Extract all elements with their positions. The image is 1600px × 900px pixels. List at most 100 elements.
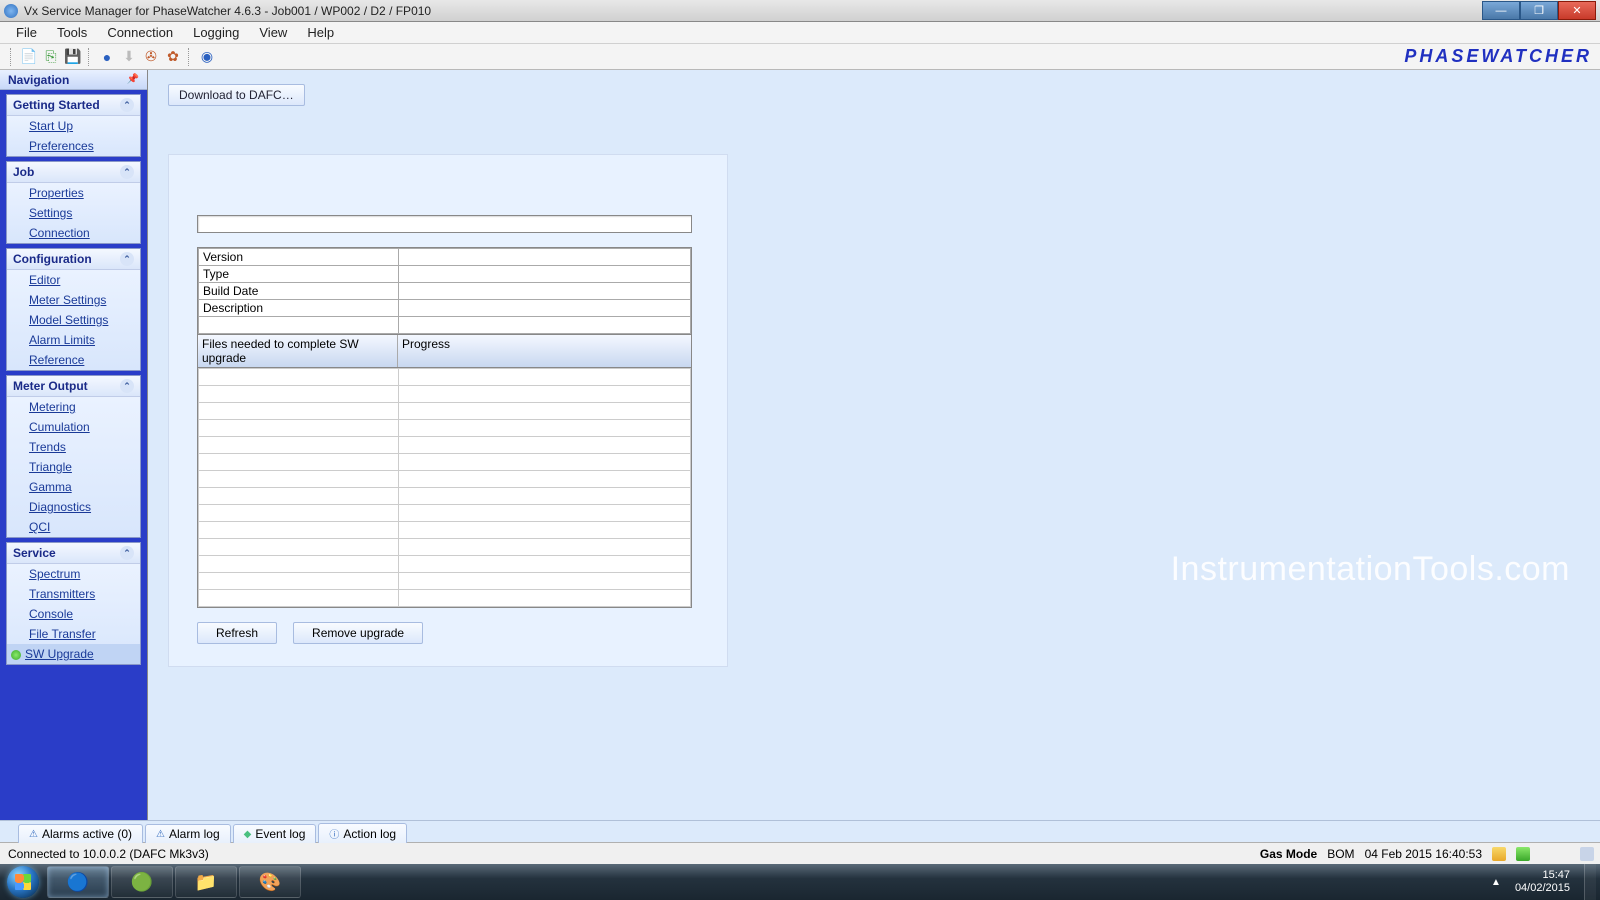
files-progress-table: Files needed to complete SW upgrade Prog… [197, 335, 692, 608]
bottom-tab-bar: ⚠Alarms active (0) ⚠Alarm log ◆Event log… [0, 820, 1600, 842]
status-bom: BOM [1327, 847, 1354, 861]
new-doc-icon[interactable]: 📄 [20, 48, 38, 66]
app-icon [4, 4, 18, 18]
info-value-description [399, 300, 691, 317]
nav-link-editor[interactable]: Editor [7, 270, 140, 290]
play-icon [11, 650, 21, 660]
taskbar-item-paint[interactable]: 🎨 [239, 866, 301, 898]
nav-group-getting-started: Getting Started⌃Start UpPreferences [6, 94, 141, 157]
status-icon-1[interactable] [1492, 847, 1506, 861]
tray-clock[interactable]: 15:47 04/02/2015 [1509, 869, 1576, 895]
table-row [199, 403, 691, 420]
taskbar-item-1[interactable]: 🔵 [47, 866, 109, 898]
refresh-icon[interactable]: ● [98, 48, 116, 66]
nav-link-alarm-limits[interactable]: Alarm Limits [7, 330, 140, 350]
navigation-title: Navigation 📌 [0, 70, 147, 90]
nav-link-file-transfer[interactable]: File Transfer [7, 624, 140, 644]
nav-link-spectrum[interactable]: Spectrum [7, 564, 140, 584]
nav-link-trends[interactable]: Trends [7, 437, 140, 457]
window-titlebar: Vx Service Manager for PhaseWatcher 4.6.… [0, 0, 1600, 22]
nav-link-meter-settings[interactable]: Meter Settings [7, 290, 140, 310]
table-row [199, 539, 691, 556]
nav-group-meter-output: Meter Output⌃MeteringCumulationTrendsTri… [6, 375, 141, 538]
nav-link-sw-upgrade[interactable]: SW Upgrade [7, 644, 140, 664]
info-label-description: Description [199, 300, 399, 317]
brand-logo: PHASEWATCHER [1404, 46, 1592, 67]
refresh-button[interactable]: Refresh [197, 622, 277, 644]
menu-connection[interactable]: Connection [97, 23, 183, 42]
remove-upgrade-button[interactable]: Remove upgrade [293, 622, 423, 644]
status-icon-2[interactable] [1516, 847, 1530, 861]
table-row [199, 488, 691, 505]
nav-link-triangle[interactable]: Triangle [7, 457, 140, 477]
nav-group-header[interactable]: Getting Started⌃ [7, 95, 140, 116]
table-row [199, 573, 691, 590]
table-row [199, 437, 691, 454]
info-value-type [399, 266, 691, 283]
nav-link-model-settings[interactable]: Model Settings [7, 310, 140, 330]
menu-bar: File Tools Connection Logging View Help [0, 22, 1600, 44]
nav-group-header[interactable]: Meter Output⌃ [7, 376, 140, 397]
nav-link-properties[interactable]: Properties [7, 183, 140, 203]
status-timestamp: 04 Feb 2015 16:40:53 [1365, 847, 1482, 861]
nav-group-header[interactable]: Job⌃ [7, 162, 140, 183]
content-area: Download to DAFC… Version Type Build Dat… [148, 70, 1600, 820]
menu-help[interactable]: Help [297, 23, 344, 42]
menu-file[interactable]: File [6, 23, 47, 42]
tray-expand-icon[interactable]: ▲ [1491, 877, 1501, 888]
info-label-type: Type [199, 266, 399, 283]
info-label-version: Version [199, 249, 399, 266]
nav-link-diagnostics[interactable]: Diagnostics [7, 497, 140, 517]
nav-group-header[interactable]: Service⌃ [7, 543, 140, 564]
nav-group-job: Job⌃PropertiesSettingsConnection [6, 161, 141, 244]
nav-group-header[interactable]: Configuration⌃ [7, 249, 140, 270]
nav-link-metering[interactable]: Metering [7, 397, 140, 417]
window-minimize-button[interactable]: — [1482, 1, 1520, 20]
menu-view[interactable]: View [249, 23, 297, 42]
nav-link-preferences[interactable]: Preferences [7, 136, 140, 156]
gear-icon[interactable]: ✿ [164, 48, 182, 66]
open-icon[interactable]: ⎘ [42, 48, 60, 66]
alarm-icon: ⚠ [29, 829, 38, 840]
nav-link-reference[interactable]: Reference [7, 350, 140, 370]
package-info-table: Version Type Build Date Description [197, 247, 692, 335]
tab-alarm-log[interactable]: ⚠Alarm log [145, 824, 231, 843]
tab-action-log[interactable]: ⓘAction log [318, 823, 407, 843]
nav-link-transmitters[interactable]: Transmitters [7, 584, 140, 604]
window-close-button[interactable]: ✕ [1558, 1, 1596, 20]
nav-link-cumulation[interactable]: Cumulation [7, 417, 140, 437]
tab-event-log[interactable]: ◆Event log [233, 824, 317, 843]
pin-icon[interactable]: 📌 [127, 74, 139, 85]
upgrade-panel: Version Type Build Date Description File… [168, 154, 728, 667]
download-icon[interactable]: ⬇ [120, 48, 138, 66]
tab-alarms-active[interactable]: ⚠Alarms active (0) [18, 824, 143, 843]
nav-link-qci[interactable]: QCI [7, 517, 140, 537]
menu-logging[interactable]: Logging [183, 23, 249, 42]
window-title: Vx Service Manager for PhaseWatcher 4.6.… [24, 4, 1482, 18]
upload-icon[interactable]: ✇ [142, 48, 160, 66]
status-mode: Gas Mode [1260, 847, 1317, 861]
nav-link-gamma[interactable]: Gamma [7, 477, 140, 497]
chevron-up-icon: ⌃ [120, 252, 134, 266]
nav-link-settings[interactable]: Settings [7, 203, 140, 223]
windows-taskbar: 🔵 🟢 📁 🎨 ▲ 15:47 04/02/2015 [0, 864, 1600, 900]
taskbar-item-2[interactable]: 🟢 [111, 866, 173, 898]
nav-link-start-up[interactable]: Start Up [7, 116, 140, 136]
nav-link-connection[interactable]: Connection [7, 223, 140, 243]
status-connection: Connected to 10.0.0.2 (DAFC Mk3v3) [6, 847, 996, 861]
help-icon[interactable]: ◉ [198, 48, 216, 66]
nav-link-console[interactable]: Console [7, 604, 140, 624]
status-icon-3[interactable] [1580, 847, 1594, 861]
status-bar: Connected to 10.0.0.2 (DAFC Mk3v3) Gas M… [0, 842, 1600, 864]
show-desktop-button[interactable] [1584, 864, 1596, 900]
save-icon[interactable]: 💾 [64, 48, 82, 66]
taskbar-item-explorer[interactable]: 📁 [175, 866, 237, 898]
package-path-input[interactable] [197, 215, 692, 233]
progress-header-progress: Progress [398, 335, 691, 367]
table-row [199, 505, 691, 522]
menu-tools[interactable]: Tools [47, 23, 97, 42]
watermark: InstrumentationTools.com [1171, 550, 1570, 589]
window-maximize-button[interactable]: ❐ [1520, 1, 1558, 20]
download-to-dafc-button[interactable]: Download to DAFC… [168, 84, 305, 106]
start-button[interactable] [0, 864, 46, 900]
